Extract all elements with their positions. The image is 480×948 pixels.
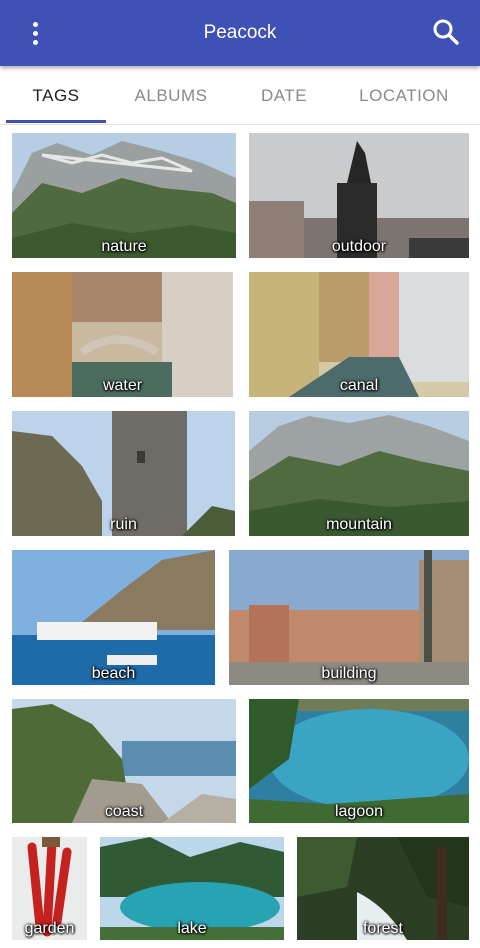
- tag-label: lake: [177, 920, 207, 937]
- tag-label: ruin: [110, 516, 137, 533]
- tab-indicator: [6, 120, 106, 123]
- app-title: Peacock: [203, 22, 277, 43]
- tag-label: canal: [339, 377, 379, 394]
- tag-label: outdoor: [331, 238, 387, 255]
- search-icon[interactable]: [430, 16, 462, 48]
- tab-bar: TAGS ALBUMS DATE LOCATION: [0, 66, 480, 125]
- tag-tile-lagoon[interactable]: lagoon: [249, 699, 469, 823]
- tag-tile-water[interactable]: water: [12, 272, 233, 397]
- tag-label: beach: [91, 665, 136, 682]
- tag-label: water: [102, 377, 143, 394]
- tag-tile-forest[interactable]: forest: [297, 837, 469, 940]
- tag-tile-building[interactable]: building: [229, 550, 469, 685]
- tag-tile-garden[interactable]: garden: [12, 837, 87, 940]
- tag-tile-outdoor[interactable]: outdoor: [249, 133, 469, 258]
- tag-tile-mountain[interactable]: mountain: [249, 411, 469, 536]
- tab-date[interactable]: DATE: [240, 66, 328, 124]
- tag-tile-ruin[interactable]: ruin: [12, 411, 235, 536]
- app-bar: Peacock: [0, 0, 480, 66]
- tab-tags[interactable]: TAGS: [6, 66, 106, 124]
- tag-tile-canal[interactable]: canal: [249, 272, 469, 397]
- tag-label: lagoon: [334, 803, 384, 820]
- tag-label: forest: [362, 920, 403, 937]
- tag-tile-lake[interactable]: lake: [100, 837, 284, 940]
- tag-tile-nature[interactable]: nature: [12, 133, 236, 258]
- tag-label: garden: [24, 920, 75, 937]
- tag-label: nature: [101, 238, 147, 255]
- tag-tile-beach[interactable]: beach: [12, 550, 215, 685]
- tag-label: building: [321, 665, 377, 682]
- tab-location[interactable]: LOCATION: [348, 66, 460, 124]
- tag-label: mountain: [326, 516, 392, 533]
- tab-albums[interactable]: ALBUMS: [118, 66, 224, 124]
- tag-label: coast: [104, 803, 144, 820]
- tag-tile-coast[interactable]: coast: [12, 699, 236, 823]
